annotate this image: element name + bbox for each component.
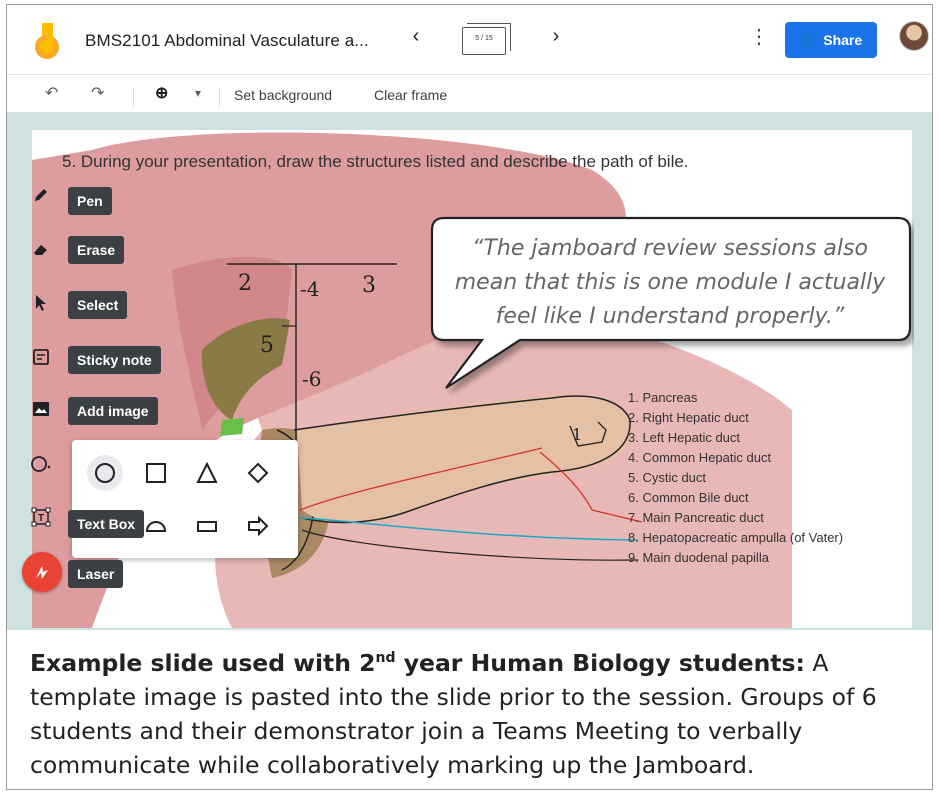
user-avatar[interactable] [899, 21, 929, 51]
more-options-icon[interactable]: ⋮ [749, 27, 769, 47]
text-box-tooltip: Text Box [68, 510, 145, 538]
previous-frame-button[interactable]: ‹ [405, 25, 427, 48]
legend-item: 5. Cystic duct [628, 470, 707, 485]
eraser-icon[interactable] [28, 236, 54, 262]
quote-line: “The jamboard review sessions also [472, 236, 868, 261]
sticky-note-icon[interactable] [28, 344, 54, 370]
zoom-dropdown-icon[interactable]: ▾ [195, 86, 201, 100]
laser-button[interactable] [22, 552, 62, 592]
select-cursor-icon[interactable] [28, 290, 54, 316]
circle-shape-icon[interactable] [28, 451, 54, 477]
quote-line: feel like I understand properly.” [495, 304, 845, 329]
pen-icon[interactable] [28, 182, 54, 208]
rectangle-shape-option[interactable] [189, 508, 225, 544]
arrow-shape-option[interactable] [240, 508, 276, 544]
caption-bold-prefix: Example slide used with 2 [30, 649, 376, 677]
student-quote: “The jamboard review sessions also mean … [440, 232, 900, 334]
legend-item: 6. Common Bile duct [628, 490, 749, 505]
legend-item: 9. Main duodenal papilla [628, 550, 769, 565]
legend-item: 8. Hepatopacreatic ampulla (of Vater) [628, 530, 844, 545]
set-background-button[interactable]: Set background [234, 87, 332, 103]
select-tooltip: Select [68, 291, 128, 319]
handwritten-label-3: 3 [362, 273, 376, 298]
quote-line: mean that this is one module I actually [454, 270, 886, 295]
redo-icon[interactable]: ↷ [91, 83, 104, 103]
svg-text:T: T [38, 513, 44, 524]
document-title[interactable]: BMS2101 Abdominal Vasculature a... [85, 31, 369, 51]
laser-tooltip: Laser [68, 560, 124, 588]
add-image-tooltip: Add image [68, 397, 158, 425]
square-shape-option[interactable] [138, 455, 174, 491]
jamboard-logo-icon [35, 23, 59, 59]
app-header: BMS2101 Abdominal Vasculature a... ‹ 5 /… [7, 5, 932, 75]
handwritten-label-6: -6 [302, 367, 321, 391]
structure-legend: 1. Pancreas 2. Right Hepatic duct 3. Lef… [628, 388, 843, 568]
figure-caption: Example slide used with 2nd year Human B… [30, 646, 920, 782]
sticky-note-tooltip: Sticky note [68, 346, 161, 374]
share-label: Share [823, 32, 863, 48]
shape-picker-panel [72, 440, 298, 558]
erase-tooltip: Erase [68, 236, 125, 264]
handwritten-label-5: 5 [260, 333, 274, 358]
share-person-icon: 👤 [799, 31, 818, 48]
frame-counter: 5 / 15 [475, 35, 493, 42]
next-frame-button[interactable]: › [545, 25, 567, 48]
handwritten-label-1: 1 [572, 425, 582, 444]
circle-shape-option[interactable] [87, 455, 123, 491]
text-box-icon[interactable]: T [28, 504, 54, 530]
undo-icon[interactable]: ↶ [45, 83, 58, 103]
legend-item: 4. Common Hepatic duct [628, 450, 772, 465]
frame-bar-button[interactable]: 5 / 15 [462, 23, 511, 55]
caption-superscript: nd [375, 650, 396, 667]
handwritten-label-2: 2 [238, 271, 252, 296]
zoom-icon[interactable]: ⊕ [155, 83, 168, 103]
toolbar: ↶ ↷ ⊕ ▾ Set background Clear frame [7, 75, 932, 117]
slide-question: 5. During your presentation, draw the st… [62, 152, 689, 171]
clear-frame-button[interactable]: Clear frame [374, 87, 447, 103]
diamond-shape-option[interactable] [240, 455, 276, 491]
legend-item: 3. Left Hepatic duct [628, 430, 741, 445]
caption-bold-suffix: year Human Biology students: [395, 649, 805, 677]
image-icon[interactable] [28, 396, 54, 422]
pen-tooltip: Pen [68, 187, 112, 215]
legend-item: 2. Right Hepatic duct [628, 410, 749, 425]
handwritten-label-4: -4 [300, 277, 319, 301]
share-button[interactable]: 👤 Share [785, 22, 877, 58]
triangle-shape-option[interactable] [189, 455, 225, 491]
legend-item: 7. Main Pancreatic duct [628, 510, 764, 525]
laser-icon [36, 566, 48, 579]
